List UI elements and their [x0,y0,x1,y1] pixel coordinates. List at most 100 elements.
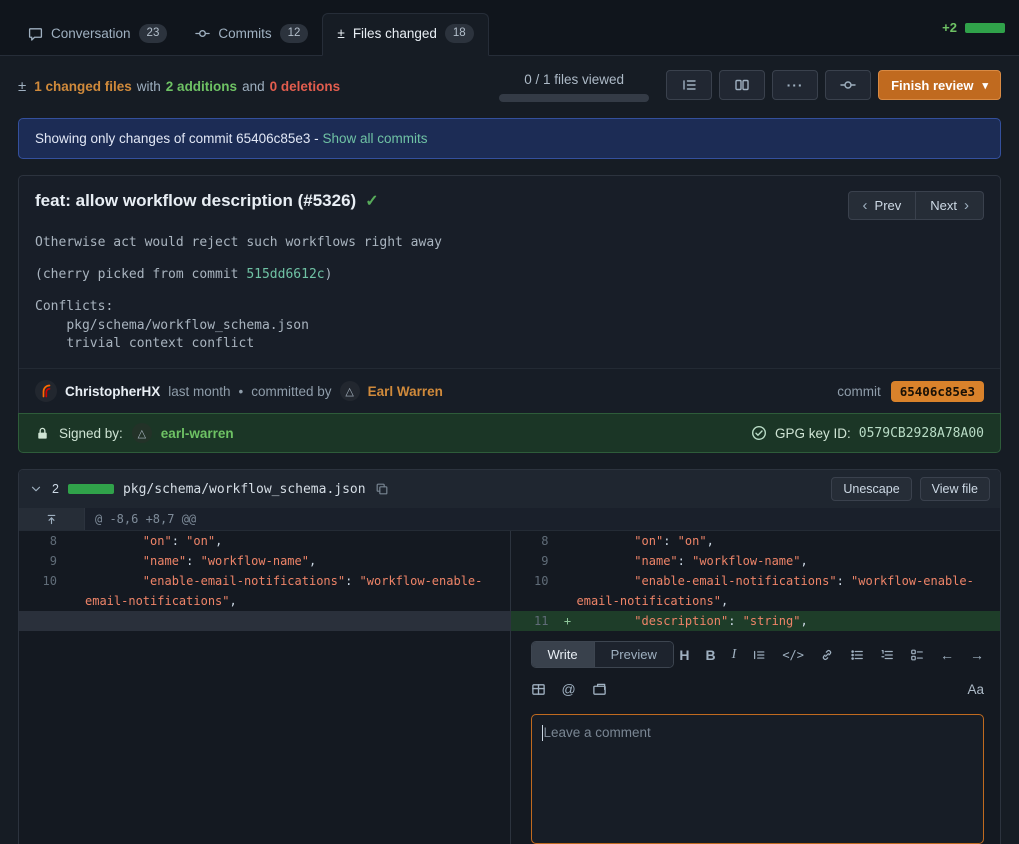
cherry-pick-hash-link[interactable]: 515dd6612c [246,267,324,282]
committed-by-label: committed by [251,384,331,399]
check-icon: ✓ [365,191,378,211]
gpg-signed-banner: Signed by: △ earl-warren GPG key ID: 057… [18,413,1001,453]
committer-name-link[interactable]: Earl Warren [368,384,443,399]
finish-review-label: Finish review [891,78,973,93]
tab-conversation-label: Conversation [51,26,131,41]
line-number[interactable]: 10 [511,571,559,611]
next-commit-button[interactable]: Next › [916,191,984,220]
quote-icon[interactable] [752,648,766,662]
tab-commits-count: 12 [280,24,309,43]
diff-icon: ± [337,26,344,41]
tab-commits[interactable]: Commits 12 [181,14,322,55]
line-number[interactable]: 8 [511,531,559,551]
additions-count: 2 additions [166,79,237,94]
commit-title: feat: allow workflow description (#5326)… [35,191,379,211]
cherry-pick-close: ) [325,267,333,282]
text-cursor [542,725,543,741]
mention-icon[interactable]: @ [562,681,576,697]
files-viewed-label: 0 / 1 files viewed [499,72,649,87]
diff-view-toggle-button[interactable] [719,70,765,100]
signer-avatar-glyph: △ [138,427,146,440]
diff-row: 8 "on": "on", [511,531,1001,551]
font-size-toggle[interactable]: Aa [967,682,984,697]
prev-label: Prev [875,198,902,213]
diff-row-added: 11+ "description": "string", [511,611,1001,631]
comment-textarea[interactable] [531,714,985,844]
line-number[interactable]: 10 [19,571,67,611]
file-additions-bar [68,484,114,494]
write-tab[interactable]: Write [532,642,595,667]
commit-range-icon [840,77,856,93]
commit-select-button[interactable] [825,70,871,100]
commit-title-text: feat: allow workflow description (#5326) [35,191,356,211]
cherry-pick-line: (cherry picked from commit 515dd6612c) [35,266,984,285]
editor-tabs: Write Preview [531,641,674,668]
diff-file-header: 2 pkg/schema/workflow_schema.json Unesca… [19,470,1000,508]
show-all-commits-link[interactable]: Show all commits [322,131,427,146]
deletions-count: 0 deletions [270,79,341,94]
reference-icon[interactable] [592,682,607,697]
conflict-note: trivial context conflict [35,335,984,354]
more-options-button[interactable]: ··· [772,70,818,100]
diffstat-additions-label: +2 [942,20,957,35]
tab-files-changed[interactable]: ± Files changed 18 [322,13,488,56]
signer-name-link[interactable]: earl-warren [161,426,234,441]
bold-icon[interactable]: B [706,647,716,663]
line-number[interactable]: 9 [19,551,67,571]
global-diff-stats: +2 [942,20,1005,35]
file-changes-count: 2 [52,482,59,496]
finish-review-button[interactable]: Finish review ▾ [878,70,1001,100]
commit-sha-badge[interactable]: 65406c85e3 [891,381,984,402]
author-name-link[interactable]: ChristopherHX [65,384,160,399]
commit-filter-banner: Showing only changes of commit 65406c85e… [18,118,1001,159]
code-line: "enable-email-notifications": "workflow-… [85,571,510,611]
diff-sign [559,551,577,571]
commit-message-body: Otherwise act would reject such workflow… [19,232,1000,368]
line-number[interactable]: 9 [511,551,559,571]
diff-row: 9 "name": "workflow-name", [511,551,1001,571]
code-line: "on": "on", [577,531,1001,551]
code-line: "description": "string", [577,611,1001,631]
bullet-list-icon[interactable] [850,648,864,662]
undo-icon[interactable]: ← [940,647,954,663]
author-avatar[interactable] [35,380,57,402]
tab-conversation-count: 23 [139,24,168,43]
tab-commits-label: Commits [218,26,271,41]
diff-pane-old: 8 "on": "on", 9 "name": "workflow-name",… [19,531,510,844]
ordered-list-icon[interactable] [880,648,894,662]
code-icon[interactable]: </> [782,648,804,662]
diff-pane-new: 8 "on": "on", 9 "name": "workflow-name",… [510,531,1001,844]
file-tree-toggle-button[interactable] [666,70,712,100]
view-file-button[interactable]: View file [920,477,990,501]
changed-files-summary: ± 1 changed files with 2 additions and 0… [18,70,340,95]
tab-files-changed-count: 18 [445,24,474,43]
line-number[interactable]: 8 [19,531,67,551]
expand-hunk-button[interactable] [19,508,85,530]
italic-icon[interactable]: I [732,647,737,663]
preview-tab[interactable]: Preview [595,642,673,667]
commit-label: commit [837,384,881,399]
line-number[interactable]: 11 [511,611,559,631]
copy-path-button[interactable] [375,482,389,496]
signed-by-label: Signed by: [59,426,123,441]
collapse-file-button[interactable] [29,482,43,496]
gpg-key-id: 0579CB2928A78A00 [859,426,984,441]
diff-row: 9 "name": "workflow-name", [19,551,510,571]
diff-row: 10 "enable-email-notifications": "workfl… [511,571,1001,611]
task-list-icon[interactable] [910,648,924,662]
heading-icon[interactable]: H [679,647,689,663]
chevron-right-icon: › [964,198,969,213]
link-icon[interactable] [820,648,834,662]
commit-time: last month [168,384,230,399]
review-toolbar: ± 1 changed files with 2 additions and 0… [18,70,1001,102]
table-icon[interactable] [531,682,546,697]
tab-conversation[interactable]: Conversation 23 [14,14,181,55]
banner-text: Showing only changes of commit 65406c85e… [35,131,319,146]
signer-avatar[interactable]: △ [132,423,152,443]
unescape-button[interactable]: Unescape [831,477,911,501]
redo-icon[interactable]: → [970,647,984,663]
next-label: Next [930,198,957,213]
diff-sign [67,551,85,571]
committer-avatar[interactable]: △ [340,381,360,401]
prev-commit-button[interactable]: ‹ Prev [848,191,917,220]
